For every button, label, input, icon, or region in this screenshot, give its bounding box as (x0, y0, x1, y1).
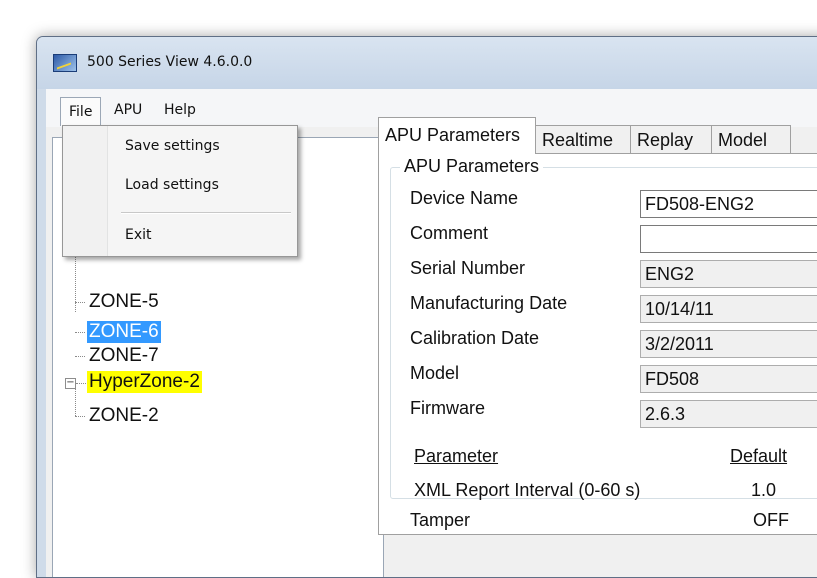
tree-connector (75, 416, 85, 417)
device-name-field[interactable]: FD508-ENG2 (640, 190, 817, 218)
tree-connector (75, 356, 85, 357)
tree-node-zone-2[interactable]: ZONE-2 (87, 405, 161, 427)
label-device-name: Device Name (410, 188, 519, 208)
tab-apu-parameters[interactable]: APU Parameters (378, 117, 536, 154)
tab-realtime[interactable]: Realtime (535, 125, 631, 153)
tree-connector (76, 383, 86, 384)
param-header-default: Default (730, 446, 788, 466)
title-bar[interactable]: 500 Series View 4.6.0.0 (37, 37, 817, 89)
tree-node-zone-5[interactable]: ZONE-5 (87, 291, 161, 313)
model-field: FD508 (640, 365, 817, 393)
app-window: 500 Series View 4.6.0.0 File APU Help ZO… (36, 36, 817, 578)
tree-node-zone-7[interactable]: ZONE-7 (87, 345, 161, 367)
label-manufacturing-date: Manufacturing Date (410, 293, 568, 313)
tree-connector (75, 332, 85, 333)
tree-node-hyperzone-2[interactable]: HyperZone-2 (87, 371, 202, 393)
file-menu-dropdown: Save settings Load settings Exit (62, 125, 298, 257)
calibration-date-field: 3/2/2011 (640, 330, 817, 358)
serial-number-field: ENG2 (640, 260, 817, 288)
tab-replay[interactable]: Replay (630, 125, 712, 153)
chart-app-icon (53, 54, 77, 72)
manufacturing-date-field: 10/14/11 (640, 295, 817, 323)
window-title: 500 Series View 4.6.0.0 (87, 54, 253, 70)
collapse-toggle[interactable]: − (65, 378, 76, 389)
menu-item-load-settings[interactable]: Load settings (125, 177, 219, 193)
apu-parameters-group: APU Parameters Device Name FD508-ENG2 Co… (390, 156, 817, 500)
label-calibration-date: Calibration Date (410, 328, 540, 348)
param-row-name: XML Report Interval (0-60 s) (414, 480, 641, 500)
param-header-parameter: Parameter (414, 446, 499, 466)
group-legend: APU Parameters (400, 156, 544, 177)
label-model: Model (410, 363, 460, 383)
menu-apu[interactable]: APU (106, 99, 150, 121)
param-row-name: Tamper (410, 510, 471, 530)
label-serial-number: Serial Number (410, 258, 526, 278)
menu-separator (121, 212, 291, 214)
label-comment: Comment (410, 223, 489, 243)
tree-connector (75, 388, 76, 416)
tab-model[interactable]: Model (711, 125, 791, 153)
param-row-default: 1.0 (751, 480, 777, 500)
menu-help[interactable]: Help (156, 99, 204, 121)
menu-item-save-settings[interactable]: Save settings (125, 138, 220, 154)
tab-strip: APU Parameters Realtime Replay Model (378, 117, 817, 154)
tree-node-zone-6[interactable]: ZONE-6 (87, 321, 161, 343)
param-row-default: OFF (753, 510, 789, 530)
menu-file[interactable]: File (60, 97, 102, 126)
menu-item-exit[interactable]: Exit (125, 227, 152, 243)
menu-icon-gutter (63, 126, 108, 256)
label-firmware: Firmware (410, 398, 485, 418)
firmware-field: 2.6.3 (640, 400, 817, 428)
tree-connector (75, 302, 85, 303)
tab-body-apu-parameters: APU Parameters Device Name FD508-ENG2 Co… (378, 153, 817, 535)
comment-field[interactable] (640, 225, 817, 253)
